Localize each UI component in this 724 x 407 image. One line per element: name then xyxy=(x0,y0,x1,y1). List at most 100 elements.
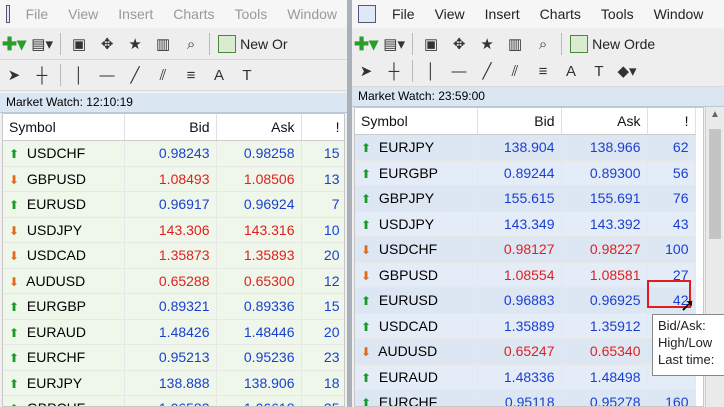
crosshair-tool-icon[interactable]: ┼ xyxy=(30,63,54,87)
navigator-icon[interactable]: ✥ xyxy=(95,32,119,56)
symbol-cell[interactable]: ⬆ EURJPY xyxy=(355,134,478,161)
new-chart-icon[interactable]: ✚▾ xyxy=(354,32,378,56)
cursor-tool-icon[interactable]: ➤ xyxy=(2,63,26,87)
menu-tools[interactable]: Tools xyxy=(225,6,278,22)
table-row[interactable]: ⬆ EURCHF 0.95118 0.95278 160 xyxy=(355,389,696,406)
table-row[interactable]: ⬇ AUDUSD 0.65288 0.65300 12 xyxy=(3,268,344,294)
table-row[interactable]: ⬆ EURAUD 1.48336 1.48498 xyxy=(355,364,696,390)
menu-charts[interactable]: Charts xyxy=(530,6,591,22)
vertical-line-icon[interactable]: │ xyxy=(67,63,91,87)
symbol-cell[interactable]: ⬇ AUDUSD xyxy=(355,338,478,365)
symbol-cell[interactable]: ⬆ USDCAD xyxy=(355,313,478,339)
label-tool-icon[interactable]: T xyxy=(587,59,611,83)
favorites-icon[interactable]: ★ xyxy=(475,32,499,56)
menu-window[interactable]: Window xyxy=(644,6,714,22)
column-spread[interactable]: ! xyxy=(301,114,344,141)
symbol-cell[interactable]: ⬇ AUDUSD xyxy=(3,268,125,294)
scroll-up-icon[interactable]: ▲ xyxy=(710,109,720,120)
favorites-icon[interactable]: ★ xyxy=(123,32,147,56)
menu-file[interactable]: File xyxy=(16,6,59,22)
scrollbar-thumb[interactable] xyxy=(709,129,721,239)
symbol-cell[interactable]: ⬆ EURJPY xyxy=(3,370,125,396)
symbol-cell[interactable]: ⬆ EURUSD xyxy=(355,287,478,314)
table-row[interactable]: ⬆ USDJPY 143.349 143.392 43 xyxy=(355,211,696,237)
table-row[interactable]: ⬆ EURAUD 1.48426 1.48446 20 xyxy=(3,319,344,345)
symbol-cell[interactable]: ⬆ GBPJPY xyxy=(355,185,478,212)
symbol-cell[interactable]: ⬆ GBPCHF xyxy=(3,395,125,406)
menu-tools[interactable]: Tools xyxy=(591,6,644,22)
menu-window[interactable]: Window xyxy=(277,6,347,22)
table-row[interactable]: ⬆ USDCHF 0.98243 0.98258 15 xyxy=(3,140,344,167)
menu-charts[interactable]: Charts xyxy=(163,6,224,22)
text-tool-icon[interactable]: A xyxy=(207,63,231,87)
fibonacci-icon[interactable]: ≡ xyxy=(179,63,203,87)
symbol-cell[interactable]: ⬆ EURAUD xyxy=(355,364,478,390)
horizontal-line-icon[interactable]: — xyxy=(447,59,471,83)
channel-icon[interactable]: ⫽ xyxy=(503,59,527,83)
trendline-icon[interactable]: ╱ xyxy=(475,59,499,83)
symbol-cell[interactable]: ⬇ USDCHF xyxy=(355,236,478,263)
profiles-icon[interactable]: ▤▾ xyxy=(382,32,406,56)
shapes-dropdown-icon[interactable]: ◆▾ xyxy=(615,59,639,83)
cursor-tool-icon[interactable]: ➤ xyxy=(354,59,378,83)
symbol-cell[interactable]: ⬆ USDJPY xyxy=(355,211,478,237)
table-row[interactable]: ⬆ EURJPY 138.904 138.966 62 xyxy=(355,134,696,161)
terminal-icon[interactable]: ▥ xyxy=(151,32,175,56)
column-ask[interactable]: Ask xyxy=(216,114,302,141)
symbol-cell[interactable]: ⬆ USDCHF xyxy=(3,140,125,167)
menu-insert[interactable]: Insert xyxy=(475,6,530,22)
fibonacci-icon[interactable]: ≡ xyxy=(531,59,555,83)
new-order-button[interactable]: New Or xyxy=(218,35,288,53)
column-bid[interactable]: Bid xyxy=(477,108,562,135)
menu-file[interactable]: File xyxy=(382,6,425,22)
table-row[interactable]: ⬆ EURCHF 0.95213 0.95236 23 xyxy=(3,344,344,371)
symbol-cell[interactable]: ⬇ GBPUSD xyxy=(3,166,125,192)
symbol-cell[interactable]: ⬇ GBPUSD xyxy=(355,262,478,288)
table-row[interactable]: ⬇ GBPUSD 1.08554 1.08581 27 xyxy=(355,262,696,288)
table-row[interactable]: ⬆ EURUSD 0.96883 0.96925 42 xyxy=(355,287,696,314)
navigator-icon[interactable]: ✥ xyxy=(447,32,471,56)
market-watch-icon[interactable]: ▣ xyxy=(67,32,91,56)
column-ask[interactable]: Ask xyxy=(561,108,648,135)
horizontal-line-icon[interactable]: — xyxy=(95,63,119,87)
symbol-cell[interactable]: ⬆ EURCHF xyxy=(355,389,478,406)
column-spread[interactable]: ! xyxy=(647,108,696,135)
label-tool-icon[interactable]: T xyxy=(235,63,259,87)
table-row[interactable]: ⬆ USDCAD 1.35889 1.35912 xyxy=(355,313,696,339)
text-tool-icon[interactable]: A xyxy=(559,59,583,83)
column-symbol[interactable]: Symbol xyxy=(355,108,478,135)
symbol-cell[interactable]: ⬇ USDJPY xyxy=(3,217,125,243)
table-row[interactable]: ⬆ EURJPY 138.888 138.906 18 xyxy=(3,370,344,396)
table-row[interactable]: ⬆ GBPJPY 155.615 155.691 76 xyxy=(355,185,696,212)
symbol-cell[interactable]: ⬆ EURUSD xyxy=(3,191,125,218)
table-row[interactable]: ⬇ AUDUSD 0.65247 0.65340 xyxy=(355,338,696,365)
profiles-icon[interactable]: ▤▾ xyxy=(30,32,54,56)
symbol-cell[interactable]: ⬆ EURGBP xyxy=(3,293,125,320)
symbol-cell[interactable]: ⬆ EURAUD xyxy=(3,319,125,345)
table-row[interactable]: ⬇ USDCHF 0.98127 0.98227 100 xyxy=(355,236,696,263)
symbol-cell[interactable]: ⬆ EURGBP xyxy=(355,160,478,186)
crosshair-tool-icon[interactable]: ┼ xyxy=(382,59,406,83)
table-row[interactable]: ⬇ USDCAD 1.35873 1.35893 20 xyxy=(3,242,344,269)
table-row[interactable]: ⬆ EURUSD 0.96917 0.96924 7 xyxy=(3,191,344,218)
table-row[interactable]: ⬆ EURGBP 0.89321 0.89336 15 xyxy=(3,293,344,320)
column-symbol[interactable]: Symbol xyxy=(3,114,125,141)
terminal-icon[interactable]: ▥ xyxy=(503,32,527,56)
column-bid[interactable]: Bid xyxy=(124,114,217,141)
table-row[interactable]: ⬆ GBPCHF1.065831.0661835 xyxy=(3,395,344,406)
trendline-icon[interactable]: ╱ xyxy=(123,63,147,87)
vertical-line-icon[interactable]: │ xyxy=(419,59,443,83)
market-watch-icon[interactable]: ▣ xyxy=(419,32,443,56)
new-chart-icon[interactable]: ✚▾ xyxy=(2,32,26,56)
strategy-tester-icon[interactable]: ⌕ xyxy=(179,32,203,56)
symbol-cell[interactable]: ⬇ USDCAD xyxy=(3,242,125,269)
table-row[interactable]: ⬆ EURGBP 0.89244 0.89300 56 xyxy=(355,160,696,186)
symbol-cell[interactable]: ⬆ EURCHF xyxy=(3,344,125,371)
strategy-tester-icon[interactable]: ⌕ xyxy=(531,32,555,56)
menu-view[interactable]: View xyxy=(58,6,108,22)
table-row[interactable]: ⬇ GBPUSD 1.08493 1.08506 13 xyxy=(3,166,344,192)
menu-view[interactable]: View xyxy=(425,6,475,22)
new-order-button[interactable]: New Orde xyxy=(570,35,655,53)
table-row[interactable]: ⬇ USDJPY 143.306 143.316 10 xyxy=(3,217,344,243)
channel-icon[interactable]: ⫽ xyxy=(151,63,175,87)
